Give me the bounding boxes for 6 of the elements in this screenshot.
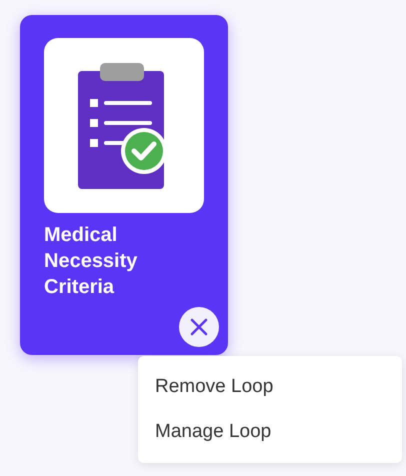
menu-item[interactable]: Manage Loop [138, 410, 402, 455]
close-button[interactable] [179, 307, 219, 347]
card-title: Medical Necessity Criteria [44, 223, 138, 300]
close-icon [189, 317, 209, 337]
menu-item[interactable]: Remove Loop [138, 364, 402, 410]
card[interactable]: Medical Necessity Criteria [20, 15, 228, 355]
